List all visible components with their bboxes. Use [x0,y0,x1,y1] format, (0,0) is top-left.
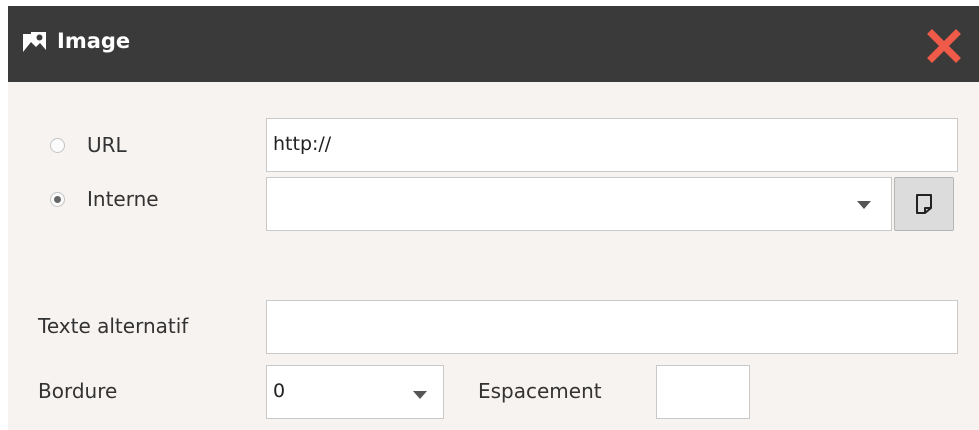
internal-select[interactable] [266,177,892,231]
chevron-down-icon [857,201,871,209]
border-label: Bordure [38,379,118,403]
border-select[interactable]: 0 [266,365,444,419]
spacing-label: Espacement [478,379,602,403]
radio-url[interactable]: URL [50,130,127,160]
radio-url-label: URL [87,133,127,157]
alt-text-label: Texte alternatif [38,314,189,338]
chevron-down-icon [413,391,427,399]
radio-interne[interactable]: Interne [50,184,159,214]
url-input[interactable]: http:// [266,118,958,172]
radio-button-interne[interactable] [50,191,65,207]
close-icon[interactable] [927,29,961,63]
image-icon [23,32,46,52]
browse-button[interactable] [894,177,954,231]
border-select-value: 0 [273,380,286,402]
radio-button-url[interactable] [50,137,65,153]
radio-interne-label: Interne [87,187,159,211]
image-dialog: Image URL Interne http:// Texte alternat… [8,6,979,430]
dialog-title: Image [57,29,131,53]
dialog-titlebar: Image [8,6,979,82]
document-icon [916,194,932,214]
spacing-input[interactable] [656,365,750,419]
alt-text-input[interactable] [266,300,958,354]
